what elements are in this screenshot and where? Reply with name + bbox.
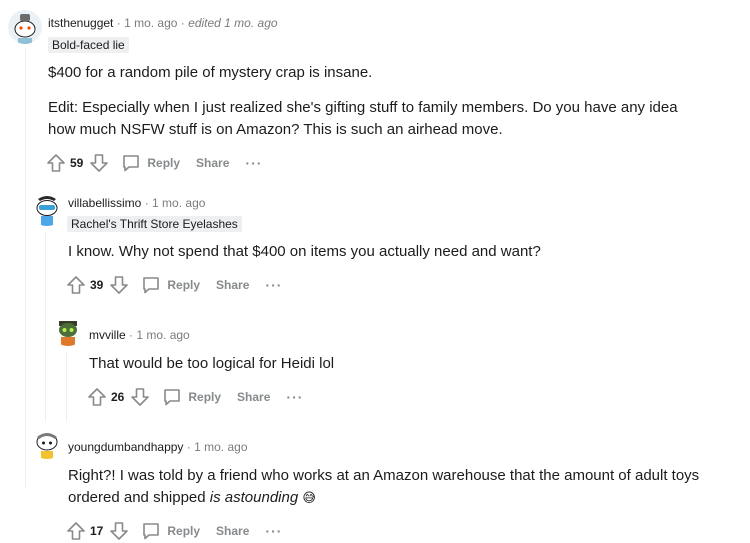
upvote-icon[interactable] bbox=[46, 153, 66, 173]
comment-actions: 26 Reply Share ··· bbox=[87, 385, 303, 409]
share-button[interactable]: Share bbox=[216, 524, 249, 538]
user-flair: Bold-faced lie bbox=[48, 37, 129, 53]
comment-paragraph: $400 for a random pile of mystery crap i… bbox=[48, 64, 373, 81]
username[interactable]: villabellissimo bbox=[68, 196, 141, 210]
downvote-icon[interactable] bbox=[109, 521, 129, 541]
timestamp[interactable]: 1 mo. ago bbox=[194, 440, 247, 454]
comment-icon bbox=[162, 387, 182, 407]
reply-label: Reply bbox=[147, 156, 181, 170]
comment-icon bbox=[141, 275, 161, 295]
avatar[interactable] bbox=[30, 192, 64, 226]
reply-label: Reply bbox=[167, 278, 201, 292]
separator: · bbox=[180, 16, 185, 30]
share-button[interactable]: Share bbox=[216, 278, 249, 292]
upvote-icon[interactable] bbox=[87, 387, 107, 407]
timestamp[interactable]: 1 mo. ago bbox=[124, 16, 177, 30]
separator: · bbox=[116, 16, 121, 30]
vote-score: 26 bbox=[111, 390, 125, 404]
username[interactable]: youngdumbandhappy bbox=[68, 440, 183, 454]
avatar[interactable] bbox=[30, 425, 64, 459]
comment-body: I know. Why not spend that $400 on items… bbox=[68, 243, 541, 260]
reply-button[interactable]: Reply bbox=[121, 153, 180, 173]
comment-meta: youngdumbandhappy · 1 mo. ago bbox=[68, 440, 248, 454]
comment-body: Right?! I was told by a friend who works… bbox=[68, 465, 708, 509]
upvote-icon[interactable] bbox=[66, 275, 86, 295]
comment-meta: itsthenugget · 1 mo. ago · edited 1 mo. … bbox=[48, 16, 278, 30]
more-options-icon[interactable]: ··· bbox=[265, 277, 282, 293]
timestamp[interactable]: 1 mo. ago bbox=[152, 196, 205, 210]
more-options-icon[interactable]: ··· bbox=[265, 523, 282, 539]
comment-text: Right?! I was told by a friend who works… bbox=[68, 467, 700, 506]
vote-score: 59 bbox=[70, 156, 84, 170]
thread-line[interactable] bbox=[45, 232, 46, 422]
downvote-icon[interactable] bbox=[130, 387, 150, 407]
vote-score: 39 bbox=[90, 278, 104, 292]
user-flair: Rachel's Thrift Store Eyelashes bbox=[67, 216, 242, 232]
comment-paragraph: Edit: Especially when I just realized sh… bbox=[48, 99, 678, 138]
comment-actions: 59 Reply Share ··· bbox=[46, 151, 262, 175]
comment-actions: 39 Reply Share ··· bbox=[66, 273, 282, 297]
grinning-sweat-emoji-icon: 😅 bbox=[302, 490, 316, 505]
downvote-icon[interactable] bbox=[89, 153, 109, 173]
comment-meta: mvville · 1 mo. ago bbox=[89, 328, 190, 342]
reply-label: Reply bbox=[167, 524, 201, 538]
more-options-icon[interactable]: ··· bbox=[286, 389, 303, 405]
avatar[interactable] bbox=[8, 10, 42, 44]
thread-line[interactable] bbox=[66, 352, 67, 422]
vote-score: 17 bbox=[90, 524, 104, 538]
separator: · bbox=[186, 440, 191, 454]
upvote-icon[interactable] bbox=[66, 521, 86, 541]
separator: · bbox=[144, 196, 149, 210]
more-options-icon[interactable]: ··· bbox=[245, 155, 262, 171]
comment-meta: villabellissimo · 1 mo. ago bbox=[68, 196, 205, 210]
separator: · bbox=[129, 328, 134, 342]
username[interactable]: itsthenugget bbox=[48, 16, 113, 30]
downvote-icon[interactable] bbox=[109, 275, 129, 295]
timestamp[interactable]: 1 mo. ago bbox=[136, 328, 189, 342]
comment-icon bbox=[121, 153, 141, 173]
comment-actions: 17 Reply Share ··· bbox=[66, 519, 282, 543]
reply-button[interactable]: Reply bbox=[141, 275, 200, 295]
share-button[interactable]: Share bbox=[196, 156, 229, 170]
reply-button[interactable]: Reply bbox=[162, 387, 221, 407]
share-button[interactable]: Share bbox=[237, 390, 270, 404]
thread-line[interactable] bbox=[25, 48, 26, 488]
edited-timestamp: edited 1 mo. ago bbox=[188, 16, 278, 30]
comment-text-italic: is astounding bbox=[209, 489, 299, 506]
comment-body: $400 for a random pile of mystery crap i… bbox=[48, 62, 708, 141]
reply-button[interactable]: Reply bbox=[141, 521, 200, 541]
username[interactable]: mvville bbox=[89, 328, 126, 342]
avatar[interactable] bbox=[51, 312, 85, 346]
comment-body: That would be too logical for Heidi lol bbox=[89, 355, 335, 372]
comment-icon bbox=[141, 521, 161, 541]
reply-label: Reply bbox=[188, 390, 222, 404]
